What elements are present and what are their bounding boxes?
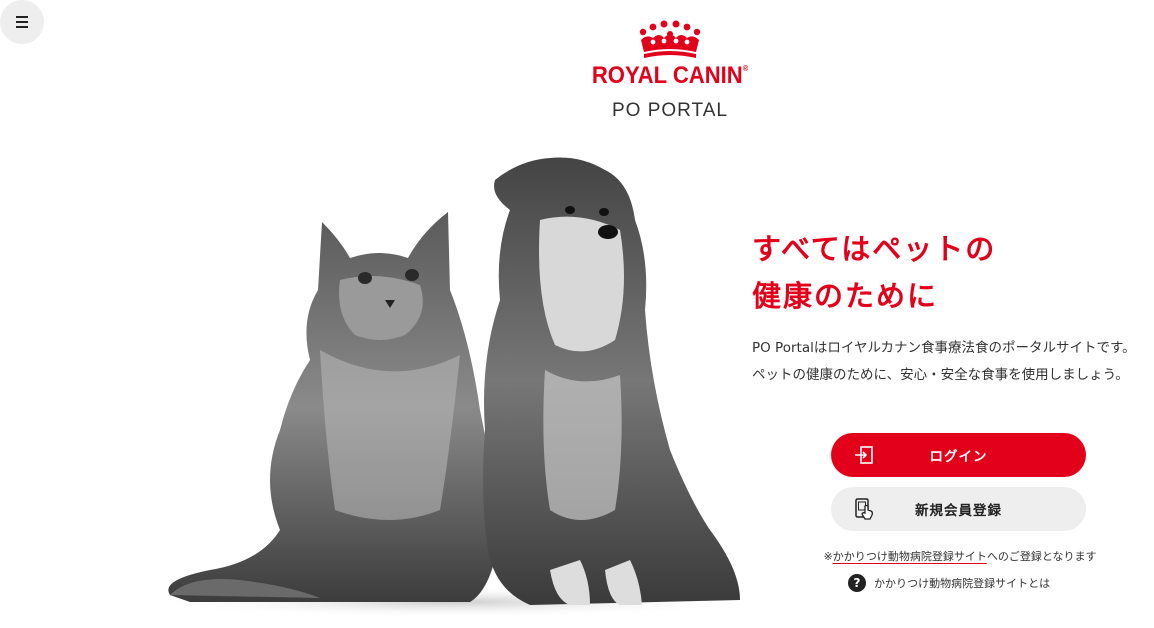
register-button[interactable]: 新規会員登録: [831, 487, 1086, 531]
hamburger-icon: [16, 16, 28, 28]
login-icon: [855, 446, 873, 464]
royal-canin-logo[interactable]: ROYAL CANIN® PO PORTAL: [560, 20, 780, 122]
question-icon: ?: [848, 574, 866, 592]
clinic-registration-link[interactable]: かかりつけ動物病院登録サイト: [833, 550, 987, 563]
registration-note: ※かかりつけ動物病院登録サイトへのご登録となります: [770, 548, 1150, 564]
login-button[interactable]: ログイン: [831, 433, 1086, 477]
description-line-2: ペットの健康のために、安心・安全な食事を使用しましょう。: [752, 367, 1129, 383]
crown-icon: [639, 20, 701, 58]
phone-touch-icon: [855, 498, 873, 520]
headline: すべてはペットの 健康のために: [752, 226, 1142, 320]
brand-name: ROYAL CANIN®: [591, 62, 749, 89]
headline-line-1: すべてはペットの: [752, 232, 997, 266]
portal-subtitle: PO PORTAL: [612, 100, 728, 121]
page: ROYAL CANIN® PO PORTAL すべてはペットの 健康のために P…: [0, 0, 1154, 628]
help-text: かかりつけ動物病院登録サイトとは: [874, 577, 1051, 590]
cat-and-dog-photo: [150, 157, 750, 618]
note-prefix: ※: [823, 550, 833, 563]
description-line-1: PO Portalはロイヤルカナン食事療法食のポータルサイトです。: [752, 340, 1136, 356]
description: PO Portalはロイヤルカナン食事療法食のポータルサイトです。 ペットの健康…: [752, 335, 1152, 389]
headline-line-2: 健康のために: [752, 279, 939, 313]
clinic-site-help-link[interactable]: ? かかりつけ動物病院登録サイトとは: [848, 574, 1050, 592]
menu-button[interactable]: [0, 0, 44, 44]
note-suffix: へのご登録となります: [986, 550, 1097, 563]
